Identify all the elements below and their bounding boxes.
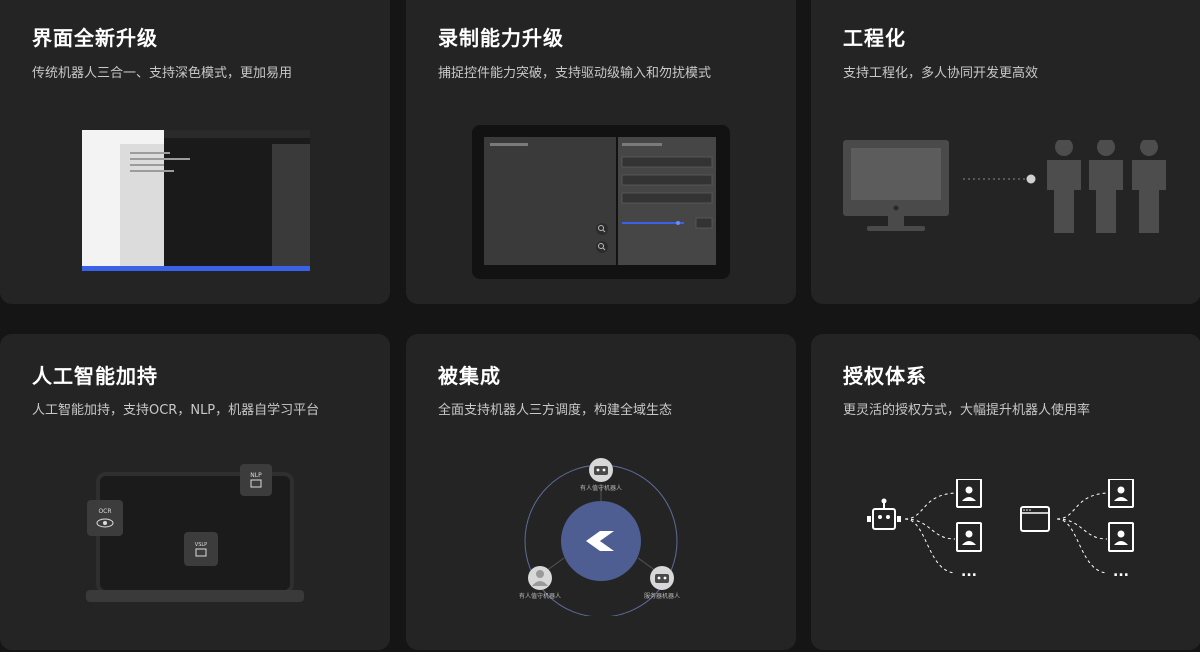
- more-indicator: ...: [961, 564, 977, 580]
- robot-icon: [650, 566, 674, 590]
- card-title: 人工智能加持: [32, 364, 158, 388]
- feature-card-integration: 被集成 全面支持机器人三方调度，构建全域生态 有人值守机器人 有人值守机器人 服…: [406, 334, 796, 650]
- zoom-out-icon[interactable]: [596, 241, 608, 253]
- card-desc: 人工智能加持，支持OCR，NLP，机器自学习平台: [32, 403, 320, 418]
- card-title: 录制能力升级: [438, 26, 564, 50]
- user-icon: [1108, 479, 1134, 508]
- card-title: 被集成: [438, 364, 501, 388]
- node-label-top: 有人值守机器人: [580, 484, 622, 492]
- robot-icon: [589, 458, 613, 482]
- user-icon: [1108, 522, 1134, 552]
- card-desc: 更灵活的授权方式，大幅提升机器人使用率: [843, 403, 1091, 418]
- user-icon: [956, 479, 982, 508]
- person-icon: [1047, 140, 1081, 233]
- robot-icon: [867, 498, 901, 530]
- ocr-badge: OCR: [87, 500, 123, 536]
- ai-laptop-illustration: OCR NLP VSLP: [86, 464, 304, 602]
- card-desc: 支持工程化，多人协同开发更高效: [843, 66, 1039, 81]
- card-desc: 传统机器人三合一、支持深色模式，更加易用: [32, 66, 293, 81]
- card-title: 授权体系: [843, 364, 927, 388]
- feature-card-recording-upgrade: 录制能力升级 捕捉控件能力突破，支持驱动级输入和勿扰模式: [406, 0, 796, 304]
- card-desc: 全面支持机器人三方调度，构建全域生态: [438, 403, 673, 418]
- browser-window-icon: [1020, 506, 1050, 532]
- user-icon: [528, 566, 552, 590]
- feature-card-engineering: 工程化 支持工程化，多人协同开发更高效: [811, 0, 1200, 304]
- ui-preview-illustration: [82, 130, 310, 271]
- vslp-badge: VSLP: [184, 532, 218, 566]
- ocr-label: OCR: [98, 508, 111, 515]
- user-icon: [956, 522, 982, 552]
- card-title: 界面全新升级: [32, 26, 158, 50]
- feature-card-ui-upgrade: 界面全新升级 传统机器人三合一、支持深色模式，更加易用: [0, 0, 390, 304]
- recording-preview-illustration: [472, 125, 730, 279]
- card-title: 工程化: [843, 26, 906, 50]
- monitor-icon: [843, 140, 949, 231]
- feature-card-ai: 人工智能加持 人工智能加持，支持OCR，NLP，机器自学习平台 OCR NLP: [0, 334, 390, 650]
- person-icon: [1132, 140, 1166, 233]
- nlp-badge: NLP: [240, 464, 272, 496]
- person-icon: [1089, 140, 1123, 233]
- node-label-left: 有人值守机器人: [519, 592, 561, 600]
- nlp-label: NLP: [250, 472, 262, 479]
- vslp-label: VSLP: [195, 542, 207, 548]
- feature-card-license: 授权体系 更灵活的授权方式，大幅提升机器人使用率 ... ...: [811, 334, 1200, 650]
- license-diagram: ... ...: [867, 479, 1134, 580]
- engineering-illustration: [843, 140, 1166, 233]
- feature-grid: 界面全新升级 传统机器人三合一、支持深色模式，更加易用 录制能力升级 捕捉控件能…: [0, 0, 1200, 652]
- integration-diagram: 有人值守机器人 有人值守机器人 服务器机器人: [519, 458, 680, 616]
- card-desc: 捕捉控件能力突破，支持驱动级输入和勿扰模式: [438, 66, 712, 81]
- zoom-in-icon[interactable]: [596, 223, 608, 235]
- node-label-right: 服务器机器人: [644, 592, 680, 600]
- more-indicator: ...: [1113, 564, 1129, 580]
